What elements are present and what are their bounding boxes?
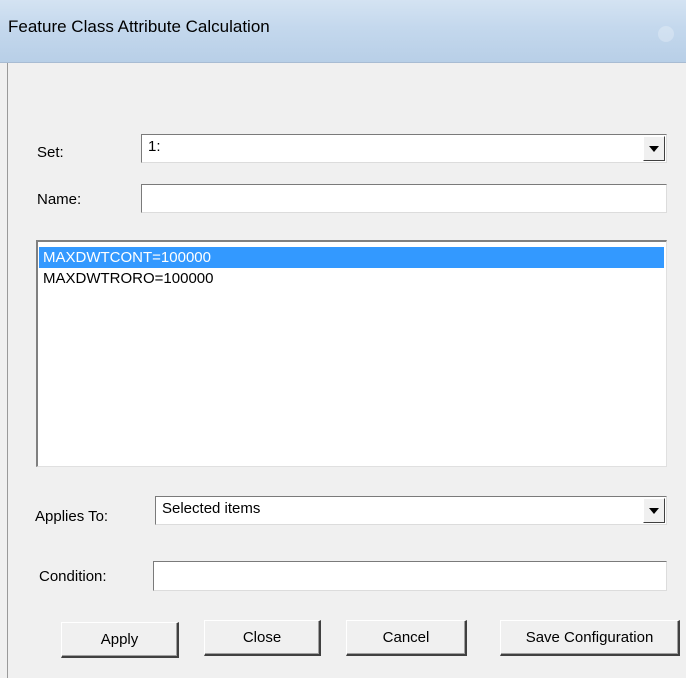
applies-to-dropdown-value: Selected items: [162, 500, 261, 517]
apply-button[interactable]: Apply: [61, 622, 179, 658]
name-label: Name:: [37, 191, 82, 208]
title-bar[interactable]: Feature Class Attribute Calculation: [0, 0, 686, 63]
dialog-left-border: [7, 63, 8, 678]
applies-to-dropdown-button[interactable]: [643, 498, 665, 523]
applies-to-dropdown[interactable]: Selected items: [155, 496, 667, 525]
close-window-icon[interactable]: [658, 26, 674, 42]
set-dropdown[interactable]: 1:: [141, 134, 667, 163]
applies-to-label: Applies To:: [35, 508, 109, 525]
cancel-button[interactable]: Cancel: [346, 620, 467, 656]
list-item[interactable]: MAXDWTCONT=100000: [39, 247, 664, 268]
window-title: Feature Class Attribute Calculation: [8, 17, 270, 36]
set-dropdown-value: 1:: [148, 138, 161, 155]
chevron-down-icon: [649, 508, 659, 514]
save-configuration-button[interactable]: Save Configuration: [500, 620, 680, 656]
set-dropdown-button[interactable]: [643, 136, 665, 161]
set-label: Set:: [37, 144, 64, 161]
condition-label: Condition:: [39, 568, 107, 585]
name-input[interactable]: [141, 184, 667, 213]
expression-list[interactable]: MAXDWTCONT=100000 MAXDWTRORO=100000: [36, 240, 667, 467]
condition-input[interactable]: [153, 561, 667, 591]
close-button[interactable]: Close: [204, 620, 321, 656]
list-item[interactable]: MAXDWTRORO=100000: [39, 268, 664, 289]
chevron-down-icon: [649, 146, 659, 152]
